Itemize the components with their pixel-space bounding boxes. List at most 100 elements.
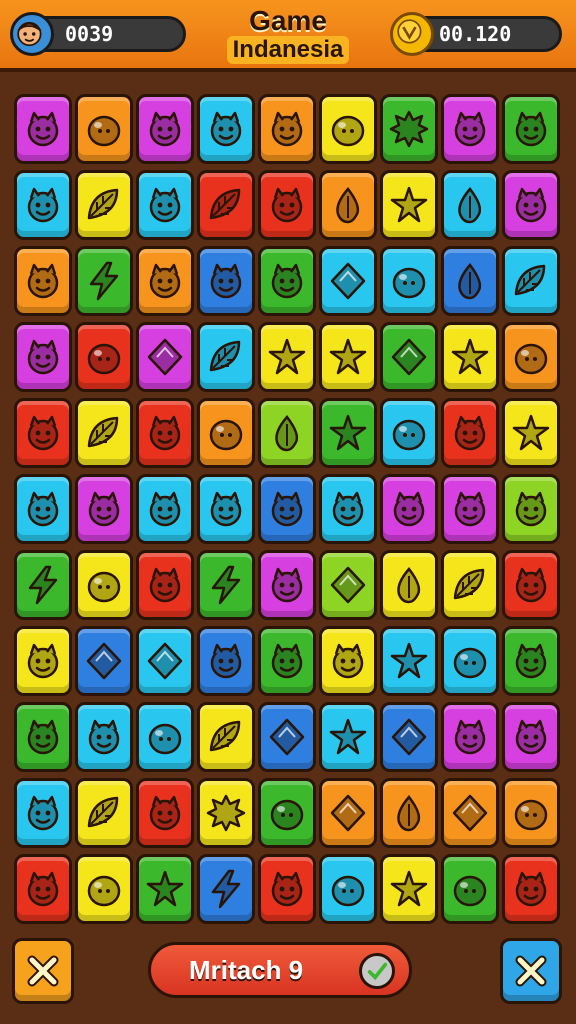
tile-r6-c4[interactable]: [197, 474, 255, 544]
tile-r1-c2[interactable]: [75, 94, 133, 164]
tile-r2-c5[interactable]: [258, 170, 316, 240]
tile-r8-c1[interactable]: [14, 626, 72, 696]
tile-r7-c8[interactable]: [441, 550, 499, 620]
tile-r9-c2[interactable]: [75, 702, 133, 772]
tile-r3-c4[interactable]: [197, 246, 255, 316]
tile-r8-c8[interactable]: [441, 626, 499, 696]
tile-r10-c6[interactable]: [319, 778, 377, 848]
tile-r5-c1[interactable]: [14, 398, 72, 468]
tile-r7-c6[interactable]: [319, 550, 377, 620]
tile-r2-c8[interactable]: [441, 170, 499, 240]
close-button-left[interactable]: [12, 938, 74, 1004]
tile-r6-c5[interactable]: [258, 474, 316, 544]
tile-r7-c5[interactable]: [258, 550, 316, 620]
tile-r4-c5[interactable]: [258, 322, 316, 392]
tile-r1-c5[interactable]: [258, 94, 316, 164]
tile-r1-c8[interactable]: [441, 94, 499, 164]
tile-r10-c9[interactable]: [502, 778, 560, 848]
tile-r6-c3[interactable]: [136, 474, 194, 544]
tile-r1-c7[interactable]: [380, 94, 438, 164]
tile-r11-c7[interactable]: [380, 854, 438, 924]
tile-r5-c8[interactable]: [441, 398, 499, 468]
tile-r5-c5[interactable]: [258, 398, 316, 468]
tile-r3-c6[interactable]: [319, 246, 377, 316]
tile-r5-c6[interactable]: [319, 398, 377, 468]
tile-r11-c1[interactable]: [14, 854, 72, 924]
tile-r10-c3[interactable]: [136, 778, 194, 848]
tile-r1-c6[interactable]: [319, 94, 377, 164]
tile-r4-c2[interactable]: [75, 322, 133, 392]
tile-r5-c2[interactable]: [75, 398, 133, 468]
tile-r9-c8[interactable]: [441, 702, 499, 772]
tile-r1-c1[interactable]: [14, 94, 72, 164]
tile-r8-c2[interactable]: [75, 626, 133, 696]
tile-r2-c9[interactable]: [502, 170, 560, 240]
tile-r8-c6[interactable]: [319, 626, 377, 696]
tile-r8-c5[interactable]: [258, 626, 316, 696]
tile-r2-c1[interactable]: [14, 170, 72, 240]
tile-r9-c7[interactable]: [380, 702, 438, 772]
close-button-right[interactable]: [500, 938, 562, 1004]
tile-r6-c9[interactable]: [502, 474, 560, 544]
tile-r6-c2[interactable]: [75, 474, 133, 544]
tile-r9-c6[interactable]: [319, 702, 377, 772]
tile-r6-c1[interactable]: [14, 474, 72, 544]
tile-r7-c1[interactable]: [14, 550, 72, 620]
tile-r7-c9[interactable]: [502, 550, 560, 620]
tile-r4-c7[interactable]: [380, 322, 438, 392]
tile-r5-c9[interactable]: [502, 398, 560, 468]
tile-r2-c6[interactable]: [319, 170, 377, 240]
tile-r4-c3[interactable]: [136, 322, 194, 392]
tile-r2-c7[interactable]: [380, 170, 438, 240]
tile-r7-c2[interactable]: [75, 550, 133, 620]
tile-r8-c7[interactable]: [380, 626, 438, 696]
tile-r7-c4[interactable]: [197, 550, 255, 620]
tile-r5-c3[interactable]: [136, 398, 194, 468]
tile-r8-c3[interactable]: [136, 626, 194, 696]
match-button[interactable]: Mritach 9: [148, 942, 412, 998]
tile-r4-c4[interactable]: [197, 322, 255, 392]
tile-r11-c8[interactable]: [441, 854, 499, 924]
tile-r4-c8[interactable]: [441, 322, 499, 392]
tile-r6-c8[interactable]: [441, 474, 499, 544]
tile-r4-c1[interactable]: [14, 322, 72, 392]
tile-r1-c9[interactable]: [502, 94, 560, 164]
tile-r10-c5[interactable]: [258, 778, 316, 848]
tile-r5-c4[interactable]: [197, 398, 255, 468]
tile-r1-c3[interactable]: [136, 94, 194, 164]
tile-r10-c2[interactable]: [75, 778, 133, 848]
tile-r3-c9[interactable]: [502, 246, 560, 316]
tile-r3-c2[interactable]: [75, 246, 133, 316]
tile-r4-c9[interactable]: [502, 322, 560, 392]
tile-r11-c9[interactable]: [502, 854, 560, 924]
tile-r3-c8[interactable]: [441, 246, 499, 316]
tile-r11-c3[interactable]: [136, 854, 194, 924]
tile-r3-c1[interactable]: [14, 246, 72, 316]
tile-r2-c2[interactable]: [75, 170, 133, 240]
tile-r3-c7[interactable]: [380, 246, 438, 316]
tile-r9-c4[interactable]: [197, 702, 255, 772]
tile-r11-c5[interactable]: [258, 854, 316, 924]
tile-r5-c7[interactable]: [380, 398, 438, 468]
tile-r4-c6[interactable]: [319, 322, 377, 392]
tile-r6-c7[interactable]: [380, 474, 438, 544]
tile-r3-c5[interactable]: [258, 246, 316, 316]
tile-r9-c3[interactable]: [136, 702, 194, 772]
tile-r7-c7[interactable]: [380, 550, 438, 620]
tile-r10-c1[interactable]: [14, 778, 72, 848]
tile-r11-c6[interactable]: [319, 854, 377, 924]
tile-r8-c9[interactable]: [502, 626, 560, 696]
tile-r9-c9[interactable]: [502, 702, 560, 772]
tile-r10-c8[interactable]: [441, 778, 499, 848]
tile-r1-c4[interactable]: [197, 94, 255, 164]
tile-r10-c4[interactable]: [197, 778, 255, 848]
avatar[interactable]: [10, 12, 54, 56]
tile-r11-c4[interactable]: [197, 854, 255, 924]
tile-r11-c2[interactable]: [75, 854, 133, 924]
tile-r10-c7[interactable]: [380, 778, 438, 848]
tile-r8-c4[interactable]: [197, 626, 255, 696]
tile-r6-c6[interactable]: [319, 474, 377, 544]
tile-r2-c4[interactable]: [197, 170, 255, 240]
tile-r9-c5[interactable]: [258, 702, 316, 772]
tile-r9-c1[interactable]: [14, 702, 72, 772]
